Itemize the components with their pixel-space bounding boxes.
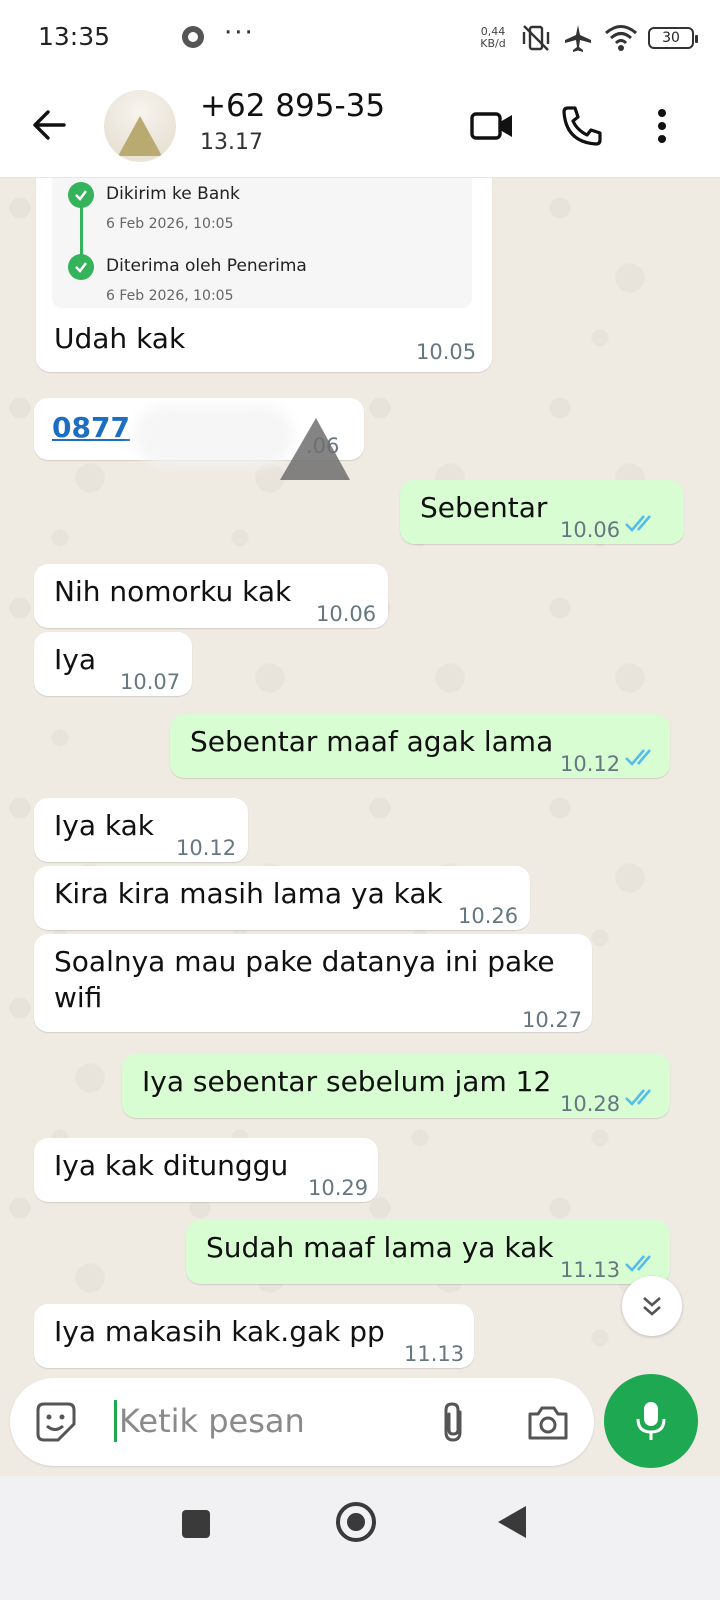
back-arrow-icon[interactable] — [24, 100, 74, 150]
contact-name[interactable]: +62 895-35 — [200, 88, 385, 124]
voice-message-button[interactable] — [604, 1374, 698, 1468]
message-text: Sebentar — [420, 491, 548, 524]
receipt-step-title: Diterima oleh Penerima — [106, 256, 307, 276]
message-time: 11.13 — [560, 1258, 621, 1282]
recent-apps-icon[interactable] — [182, 1510, 210, 1538]
receipt-step-date: 6 Feb 2026, 10:05 — [106, 216, 234, 232]
message-time: 10.29 — [308, 1176, 369, 1200]
system-navigation-bar — [0, 1476, 720, 1600]
more-options-icon[interactable] — [636, 100, 688, 152]
status-icons: 0,44 KB/d 30 — [476, 22, 698, 54]
battery-level: 30 — [662, 30, 680, 46]
incoming-message[interactable]: Iya makasih kak.gak pp 11.13 — [34, 1304, 474, 1368]
message-time: 10.26 — [458, 904, 519, 928]
microphone-icon — [636, 1402, 666, 1440]
receipt-step-title: Dikirim ke Bank — [106, 184, 240, 204]
outgoing-message[interactable]: Sudah maaf lama ya kak 11.13 — [186, 1220, 670, 1284]
message-text: Soalnya mau pake datanya ini pake — [54, 945, 555, 978]
incoming-message[interactable]: 0877 .06 — [34, 398, 364, 480]
read-receipt-icon — [625, 1089, 651, 1106]
message-text: Iya kak ditunggu — [54, 1149, 289, 1182]
sticker-icon[interactable] — [34, 1400, 78, 1444]
message-text: Sudah maaf lama ya kak — [206, 1231, 554, 1264]
message-time: 10.28 — [560, 1092, 621, 1116]
battery-icon: 30 — [648, 27, 698, 49]
message-text: Sebentar maaf agak lama — [190, 725, 554, 758]
last-seen: 13.17 — [200, 130, 263, 155]
message-input[interactable]: Ketik pesan — [114, 1400, 305, 1442]
chat-area[interactable]: Dikirim ke Bank 6 Feb 2026, 10:05 Diteri… — [0, 178, 720, 1390]
recording-indicator-icon — [182, 26, 204, 48]
outgoing-message[interactable]: Sebentar 10.06 — [400, 480, 684, 544]
phone-link[interactable]: 0877 — [52, 410, 130, 446]
message-time: 10.06 — [560, 518, 621, 542]
message-text-line2: wifi — [54, 981, 103, 1014]
read-receipt-icon — [625, 515, 651, 532]
redaction-shape — [280, 418, 350, 480]
check-circle-icon — [68, 254, 94, 280]
incoming-message[interactable]: Iya 10.07 — [34, 632, 192, 696]
incoming-message[interactable]: Iya kak 10.12 — [34, 798, 248, 862]
message-text: Iya sebentar sebelum jam 12 — [142, 1065, 552, 1098]
incoming-message[interactable]: Iya kak ditunggu 10.29 — [34, 1138, 378, 1202]
message-time: 10.05 — [416, 340, 477, 364]
check-circle-icon — [68, 182, 94, 208]
message-time: 10.06 — [316, 602, 377, 626]
airplane-mode-icon — [565, 25, 591, 52]
message-text: Kira kira masih lama ya kak — [54, 877, 443, 910]
message-text: Iya makasih kak.gak pp — [54, 1315, 385, 1348]
incoming-message[interactable]: Soalnya mau pake datanya ini pake wifi 1… — [34, 934, 592, 1032]
message-time: 10.12 — [176, 836, 237, 860]
avatar-image — [118, 116, 162, 156]
video-call-icon[interactable] — [466, 100, 518, 152]
chat-header: +62 895-35 13.17 — [0, 76, 720, 178]
incoming-message[interactable]: Kira kira masih lama ya kak 10.26 — [34, 866, 530, 930]
status-bar: 13:35 ··· 0,44 KB/d 30 — [0, 0, 720, 76]
incoming-message[interactable]: Nih nomorku kak 10.06 — [34, 564, 388, 628]
avatar[interactable] — [104, 90, 176, 162]
message-time: 10.07 — [120, 670, 181, 694]
wifi-icon — [605, 25, 637, 51]
network-speed-unit: KB/d — [480, 37, 506, 50]
voice-call-icon[interactable] — [556, 100, 608, 152]
redaction-blur — [134, 406, 294, 466]
system-back-icon[interactable] — [498, 1506, 526, 1538]
message-text: Iya kak — [54, 809, 154, 842]
message-time: 10.27 — [522, 1008, 583, 1032]
more-notifications-icon: ··· — [224, 18, 255, 48]
read-receipt-icon — [625, 1255, 651, 1272]
scroll-to-bottom-button[interactable] — [622, 1276, 682, 1336]
transfer-receipt: Dikirim ke Bank 6 Feb 2026, 10:05 Diteri… — [52, 178, 472, 308]
read-receipt-icon — [625, 749, 651, 766]
status-time: 13:35 — [38, 22, 111, 51]
camera-icon[interactable] — [526, 1402, 570, 1442]
network-speed: 0,44 KB/d — [476, 26, 510, 50]
receipt-image-message[interactable]: Dikirim ke Bank 6 Feb 2026, 10:05 Diteri… — [36, 178, 492, 372]
vibrate-off-icon — [522, 25, 550, 51]
outgoing-message[interactable]: Sebentar maaf agak lama 10.12 — [170, 714, 670, 778]
receipt-step-date: 6 Feb 2026, 10:05 — [106, 288, 234, 304]
double-chevron-down-icon — [643, 1297, 661, 1316]
message-input-bar: Ketik pesan — [10, 1378, 594, 1466]
message-text: Udah kak — [54, 322, 186, 355]
message-time: 10.12 — [560, 752, 621, 776]
message-text: Iya — [54, 643, 96, 676]
message-time: 11.13 — [404, 1342, 465, 1366]
home-icon[interactable] — [336, 1502, 376, 1542]
attach-icon[interactable] — [434, 1400, 474, 1444]
message-text: Nih nomorku kak — [54, 575, 292, 608]
outgoing-message[interactable]: Iya sebentar sebelum jam 12 10.28 — [122, 1054, 670, 1118]
